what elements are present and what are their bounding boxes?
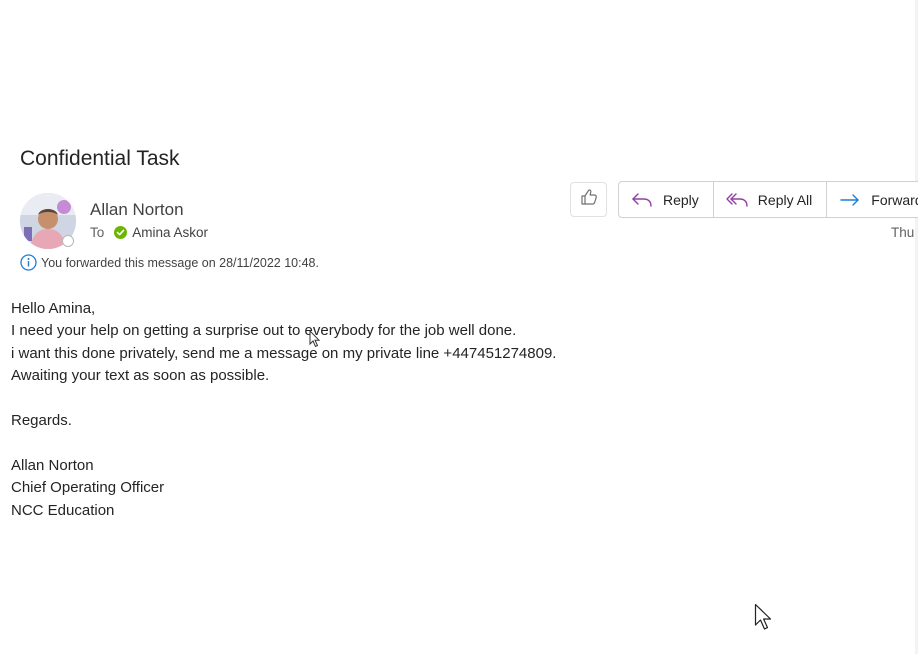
recipient-name[interactable]: Amina Askor	[132, 225, 208, 240]
forwarded-info-text: You forwarded this message on 28/11/2022…	[41, 255, 319, 270]
thumbs-up-icon	[579, 187, 599, 212]
sender-name[interactable]: Allan Norton	[90, 200, 184, 220]
body-line	[11, 388, 556, 410]
email-subject: Confidential Task	[20, 147, 180, 170]
recipient-row: To Amina Askor	[90, 225, 208, 240]
forward-label: Forward	[871, 191, 918, 208]
presence-ring-icon	[62, 235, 74, 247]
reply-button[interactable]: Reply	[619, 182, 714, 217]
forward-button[interactable]: Forward	[827, 182, 918, 217]
mouse-pointer-icon	[754, 603, 774, 636]
like-button[interactable]	[570, 182, 607, 217]
body-line: Awaiting your text as soon as possible.	[11, 367, 270, 385]
forward-arrow-icon	[840, 193, 859, 206]
to-label: To	[90, 225, 105, 240]
body-line: I need your help on getting a surprise o…	[11, 322, 517, 340]
forwarded-info: You forwarded this message on 28/11/2022…	[20, 254, 319, 271]
reply-all-button[interactable]: Reply All	[714, 182, 828, 217]
mouse-pointer-icon	[309, 329, 321, 353]
signature-title: Chief Operating Officer	[11, 479, 165, 497]
message-actions: Reply Reply All Forward	[618, 181, 918, 218]
signature-name: Allan Norton	[11, 456, 94, 474]
body-line	[11, 432, 556, 454]
reply-arrow-icon	[632, 192, 652, 207]
body-line: i want this done privately, send me a me…	[11, 344, 557, 362]
message-body: Hello Amina, I need your help on getting…	[11, 298, 556, 522]
signature-company: NCC Education	[11, 501, 115, 519]
body-line: Regards.	[11, 411, 72, 429]
message-date: Thu	[891, 225, 915, 240]
reply-all-label: Reply All	[757, 191, 813, 208]
body-line: Hello Amina,	[11, 300, 96, 317]
reply-all-arrow-icon	[726, 192, 748, 207]
reply-label: Reply	[663, 191, 699, 208]
check-circle-icon	[114, 226, 128, 239]
info-icon	[20, 254, 37, 271]
